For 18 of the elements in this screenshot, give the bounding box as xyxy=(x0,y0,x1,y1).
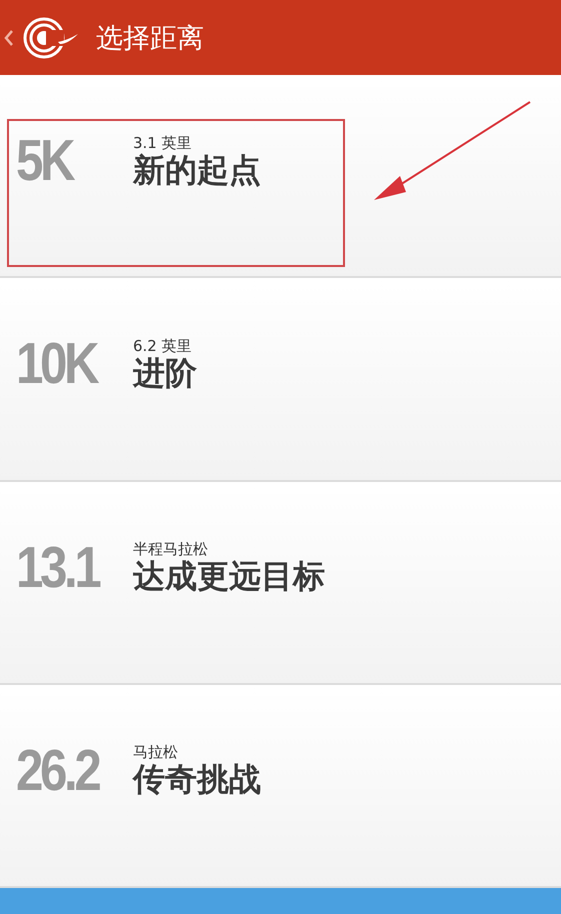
distance-subtitle: 6.2 英里 xyxy=(133,336,193,356)
distance-value: 5K xyxy=(16,127,74,194)
distance-value: 13.1 xyxy=(16,534,100,601)
back-chevron-icon[interactable] xyxy=(4,28,14,46)
distance-title: 新的起点 xyxy=(133,152,261,188)
distance-title: 传奇挑战 xyxy=(133,762,261,798)
distance-subtitle: 半程马拉松 xyxy=(133,540,209,560)
distance-subtitle: 3.1 英里 xyxy=(133,134,193,153)
screen-title: 选择距离 xyxy=(96,22,204,56)
distance-value: 26.2 xyxy=(16,736,100,804)
distance-option[interactable]: 5K 3.1 英里 新的起点 xyxy=(0,75,561,278)
distance-option[interactable]: 13.1 半程马拉松 达成更远目标 xyxy=(0,482,561,685)
distance-title: 进阶 xyxy=(133,356,197,391)
distance-value: 10K xyxy=(16,330,98,398)
distance-option[interactable]: 10K 6.2 英里 进阶 xyxy=(0,278,561,482)
distance-subtitle: 马拉松 xyxy=(133,743,179,762)
distance-title: 达成更远目标 xyxy=(133,559,325,594)
distance-option[interactable]: 26.2 马拉松 传奇挑战 xyxy=(0,684,561,888)
